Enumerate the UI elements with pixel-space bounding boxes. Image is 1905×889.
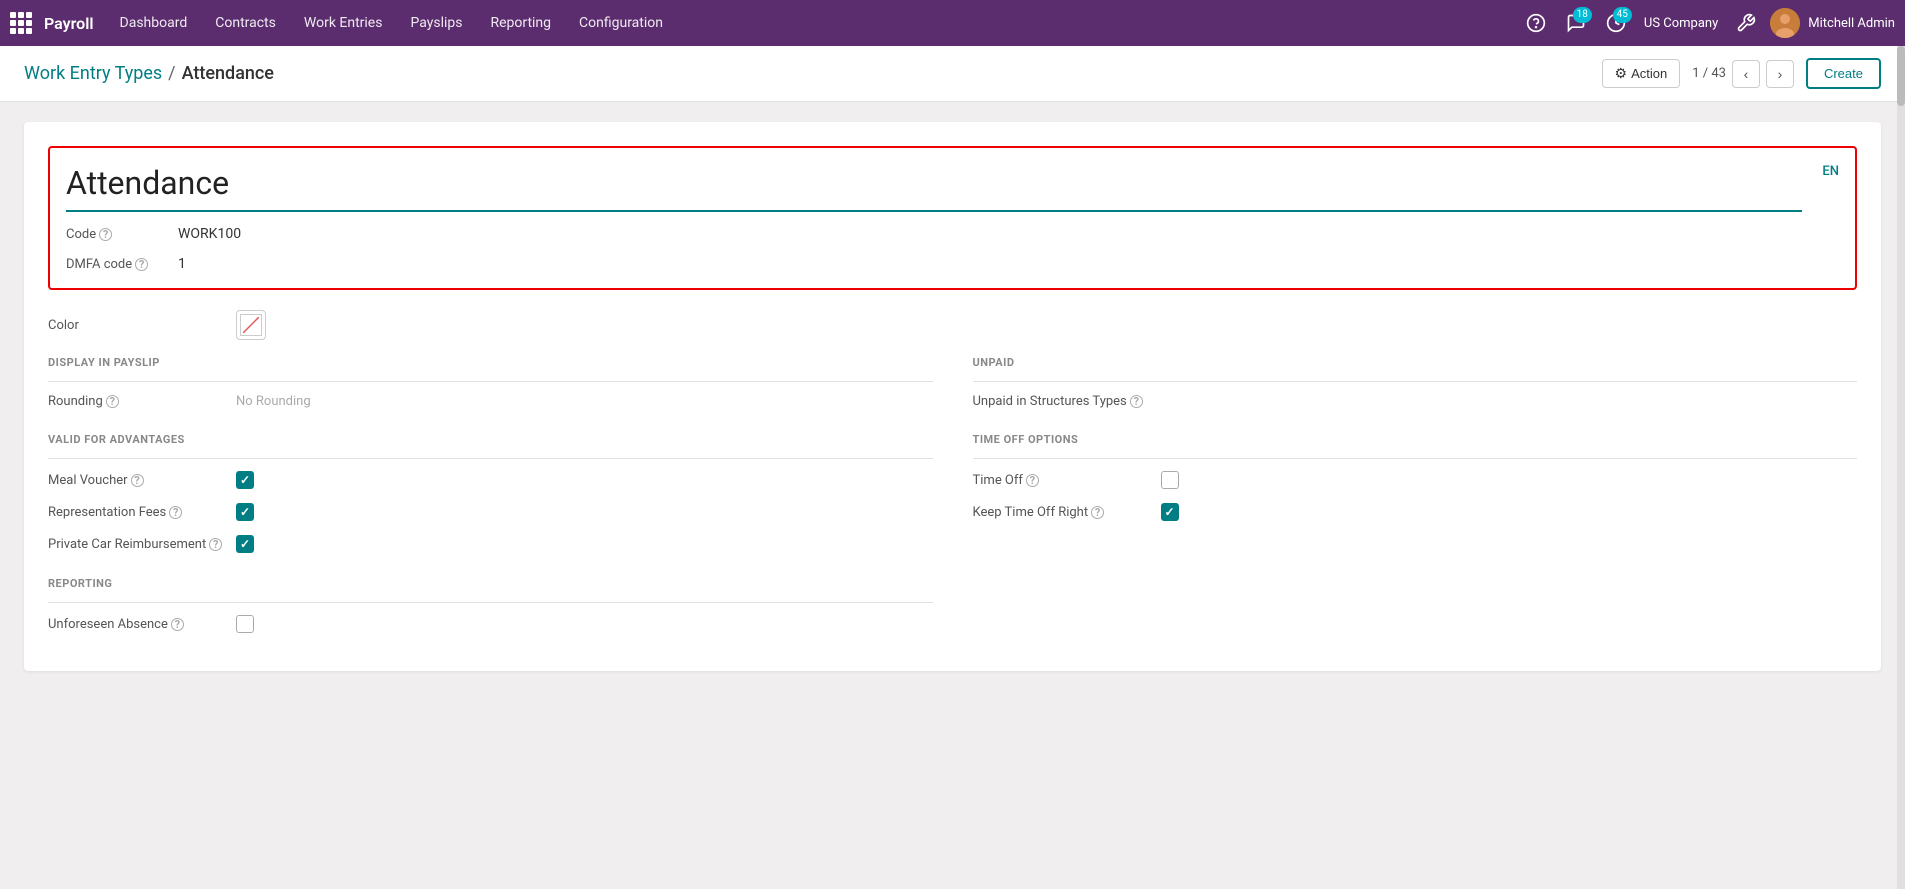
record-position: 1 / 43 [1692,66,1726,81]
keep-time-off-checkbox[interactable] [1161,503,1179,521]
nav-configuration[interactable]: Configuration [567,9,675,37]
color-swatch-inner [240,314,262,336]
form-container: Attendance EN Code ? WORK100 DMFA code ?… [24,122,1881,671]
unpaid-help-icon[interactable]: ? [1130,395,1143,408]
time-off-row: Time Off ? [973,471,1858,489]
rep-fees-label: Representation Fees ? [48,505,228,520]
main-content: Attendance EN Code ? WORK100 DMFA code ?… [0,102,1905,691]
nav-payslips[interactable]: Payslips [398,9,474,37]
keep-time-off-help-icon[interactable]: ? [1091,506,1104,519]
rep-fees-row: Representation Fees ? [48,503,933,521]
code-label: Code ? [66,227,166,242]
reporting-header: REPORTING [48,577,933,590]
user-name: Mitchell Admin [1808,16,1895,31]
payslip-divider [48,381,933,382]
meal-voucher-row: Meal Voucher ? [48,471,933,489]
unforeseen-help-icon[interactable]: ? [171,618,184,631]
brand-label: Payroll [44,14,94,33]
scrollbar-thumb[interactable] [1897,46,1905,106]
brand[interactable]: Payroll [10,12,94,34]
meal-voucher-help-icon[interactable]: ? [131,474,144,487]
breadcrumb-actions: ⚙ Action 1 / 43 ‹ › Create [1602,58,1881,89]
clock-badge: 45 [1613,7,1632,23]
breadcrumb-bar: Work Entry Types / Attendance ⚙ Action 1… [0,46,1905,102]
private-car-checkbox[interactable] [236,535,254,553]
create-button[interactable]: Create [1806,58,1881,89]
record-header: Attendance EN Code ? WORK100 DMFA code ?… [48,146,1857,290]
left-col: DISPLAY IN PAYSLIP Rounding ? No Roundin… [48,356,933,647]
unpaid-header: UNPAID [973,356,1858,369]
unpaid-structures-label: Unpaid in Structures Types ? [973,394,1153,409]
action-button[interactable]: ⚙ Action [1602,59,1681,88]
time-off-divider [973,458,1858,459]
code-value: WORK100 [178,226,241,242]
grid-icon [10,12,32,34]
rounding-value: No Rounding [236,394,311,409]
advantages-divider [48,458,933,459]
action-label: Action [1631,66,1667,81]
time-off-label: Time Off ? [973,473,1153,488]
nav-work-entries[interactable]: Work Entries [292,9,395,37]
display-in-payslip-header: DISPLAY IN PAYSLIP [48,356,933,369]
private-car-help-icon[interactable]: ? [209,538,222,551]
nav-reporting[interactable]: Reporting [478,9,563,37]
unpaid-divider [973,381,1858,382]
private-car-row: Private Car Reimbursement ? [48,535,933,553]
dmfa-label-text: DMFA code [66,257,132,272]
code-label-text: Code [66,227,96,242]
time-off-checkbox[interactable] [1161,471,1179,489]
dmfa-label: DMFA code ? [66,257,166,272]
unpaid-structures-row: Unpaid in Structures Types ? [973,394,1858,409]
meal-voucher-checkbox[interactable] [236,471,254,489]
navbar: Payroll Dashboard Contracts Work Entries… [0,0,1905,46]
color-field-row: Color [48,310,1857,340]
rep-fees-help-icon[interactable]: ? [169,506,182,519]
code-help-icon[interactable]: ? [99,228,112,241]
color-swatch[interactable] [236,310,266,340]
gear-icon: ⚙ [1615,65,1628,82]
breadcrumb-current: Attendance [182,63,274,84]
private-car-label: Private Car Reimbursement ? [48,537,228,552]
settings-icon[interactable] [1730,7,1762,39]
breadcrumb-parent[interactable]: Work Entry Types [24,63,162,84]
dmfa-field-row: DMFA code ? 1 [66,256,1839,272]
lang-badge[interactable]: EN [1822,164,1839,179]
time-off-options-header: TIME OFF OPTIONS [973,433,1858,446]
prev-record-button[interactable]: ‹ [1732,60,1760,88]
nav-contracts[interactable]: Contracts [203,9,288,37]
next-record-button[interactable]: › [1766,60,1794,88]
breadcrumb: Work Entry Types / Attendance [24,63,274,84]
keep-time-off-label: Keep Time Off Right ? [973,505,1153,520]
meal-voucher-label: Meal Voucher ? [48,473,228,488]
support-icon[interactable] [1520,7,1552,39]
avatar[interactable] [1770,8,1800,38]
reporting-divider [48,602,933,603]
two-col-sections: DISPLAY IN PAYSLIP Rounding ? No Roundin… [48,356,1857,647]
nav-dashboard[interactable]: Dashboard [108,9,200,37]
messages-badge: 18 [1573,7,1592,23]
scrollbar-track[interactable] [1897,46,1905,889]
messages-icon[interactable]: 18 [1560,7,1592,39]
keep-time-off-row: Keep Time Off Right ? [973,503,1858,521]
company-name: US Company [1644,16,1718,31]
code-field-row: Code ? WORK100 [66,226,1839,242]
color-label: Color [48,318,228,333]
navbar-right: 18 45 US Company Mitchell Admin [1520,7,1895,39]
dmfa-value: 1 [178,256,186,272]
rounding-help-icon[interactable]: ? [106,395,119,408]
dmfa-help-icon[interactable]: ? [135,258,148,271]
clock-icon[interactable]: 45 [1600,7,1632,39]
rounding-label: Rounding ? [48,394,228,409]
record-title[interactable]: Attendance [66,164,1802,212]
record-nav: 1 / 43 ‹ › [1692,60,1794,88]
unforeseen-label: Unforeseen Absence ? [48,617,228,632]
rep-fees-checkbox[interactable] [236,503,254,521]
rounding-row: Rounding ? No Rounding [48,394,933,409]
valid-advantages-header: VALID FOR ADVANTAGES [48,433,933,446]
breadcrumb-separator: / [168,63,175,84]
unforeseen-row: Unforeseen Absence ? [48,615,933,633]
unforeseen-checkbox[interactable] [236,615,254,633]
time-off-help-icon[interactable]: ? [1026,474,1039,487]
right-col: UNPAID Unpaid in Structures Types ? TIME… [973,356,1858,647]
